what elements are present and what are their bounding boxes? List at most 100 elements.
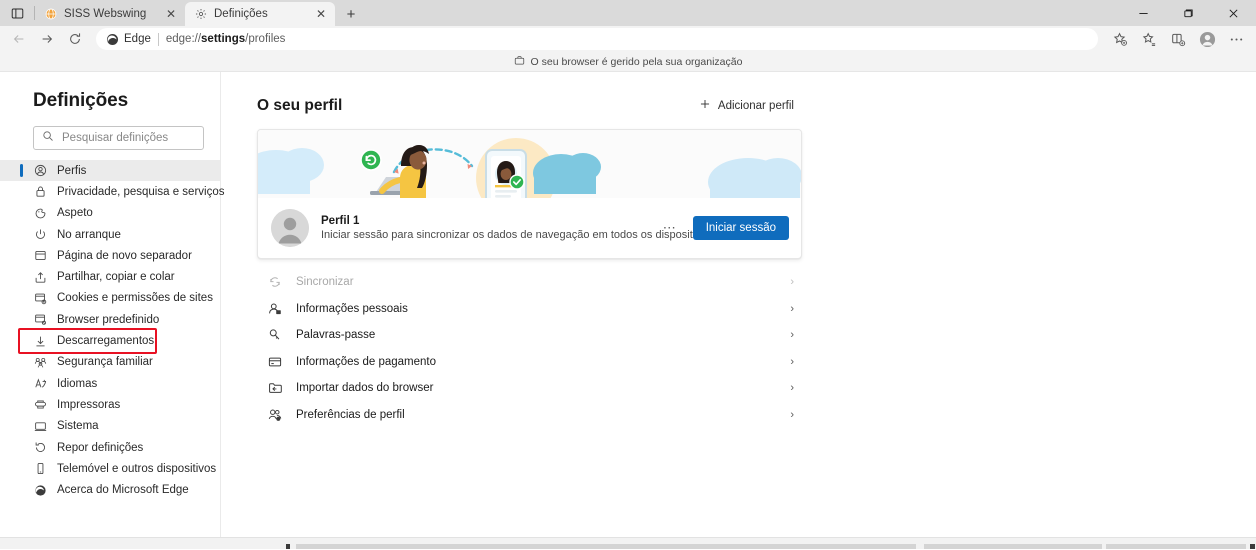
chevron-right-icon: › — [790, 355, 794, 368]
row-informacoes-de-pagamento[interactable]: Informações de pagamento › — [257, 349, 802, 376]
sidebar-item-label: Segurança familiar — [57, 356, 153, 369]
sidebar-item-cookies[interactable]: Cookies e permissões de sites — [0, 288, 220, 309]
close-button[interactable] — [1211, 0, 1256, 26]
minimize-button[interactable] — [1121, 0, 1166, 26]
sidebar-item-label: No arranque — [57, 228, 121, 241]
person-avatar-icon — [271, 209, 309, 247]
phone-icon — [33, 462, 47, 476]
sidebar-item-no-arranque[interactable]: No arranque — [0, 224, 220, 245]
sidebar-item-label: Aspeto — [57, 207, 93, 220]
key-icon — [267, 328, 282, 343]
more-options-icon[interactable] — [1222, 28, 1250, 50]
appearance-icon — [33, 206, 47, 220]
row-label: Informações pessoais — [296, 302, 408, 315]
collections-icon[interactable] — [1135, 28, 1163, 50]
taskbar-item[interactable] — [296, 544, 916, 549]
sidebar-item-label: Acerca do Microsoft Edge — [57, 484, 189, 497]
sidebar-item-label: Perfis — [57, 164, 87, 177]
new-tab-button[interactable]: + — [338, 2, 364, 26]
sidebar-item-label: Repor definições — [57, 441, 144, 454]
tab-actions-icon[interactable] — [0, 0, 34, 26]
sidebar-item-label: Telemóvel e outros dispositivos — [57, 462, 217, 475]
sidebar-item-impressoras[interactable]: Impressoras — [0, 394, 220, 415]
sign-in-button[interactable]: Iniciar sessão — [692, 216, 789, 240]
row-sincronizar[interactable]: Sincronizar › — [257, 269, 802, 296]
omnibox-divider — [157, 32, 159, 46]
refresh-icon[interactable] — [62, 28, 88, 50]
row-palavras-passe[interactable]: Palavras-passe › — [257, 322, 802, 349]
taskbar-sliver — [0, 537, 1256, 549]
toolbar-actions — [1106, 28, 1250, 50]
chevron-right-icon: › — [790, 382, 794, 395]
sidebar-item-seguranca-familiar[interactable]: Segurança familiar — [0, 352, 220, 373]
row-preferencias-de-perfil[interactable]: Preferências de perfil › — [257, 402, 802, 429]
sidebar-item-sistema[interactable]: Sistema — [0, 416, 220, 437]
add-profile-button[interactable]: Adicionar perfil — [693, 94, 800, 117]
sidebar-item-label: Idiomas — [57, 377, 98, 390]
sidebar-item-label: Partilhar, copiar e colar — [57, 271, 175, 284]
search-placeholder: Pesquisar definições — [62, 132, 169, 144]
reset-icon — [33, 441, 47, 455]
personal-info-icon — [267, 301, 282, 316]
family-icon — [33, 355, 47, 369]
credit-card-icon — [267, 354, 282, 369]
taskbar-item[interactable] — [924, 544, 1102, 549]
profile-settings-rows: Sincronizar › Informações pessoais › Pal… — [257, 269, 802, 428]
tab-strip: SISS Webswing ✕ Definições ✕ + — [0, 0, 1256, 26]
url-suffix: /profiles — [245, 33, 286, 45]
lock-icon — [33, 185, 47, 199]
edge-logo-icon — [106, 33, 119, 45]
browser-toolbar: Edge edge://settings/profiles — [0, 26, 1256, 52]
browser-tab-1[interactable]: Definições ✕ — [185, 2, 335, 26]
sidebar-item-partilhar[interactable]: Partilhar, copiar e colar — [0, 266, 220, 287]
sidebar-item-browser-predefinido[interactable]: Browser predefinido — [0, 309, 220, 330]
url-bold: settings — [201, 33, 246, 45]
taskbar-item[interactable] — [286, 544, 290, 549]
sidebar-item-aspeto[interactable]: Aspeto — [0, 203, 220, 224]
plus-icon — [699, 98, 711, 113]
main-header: O seu perfil Adicionar perfil — [257, 94, 802, 117]
page-title: Definições — [33, 90, 129, 111]
tab-close-icon[interactable]: ✕ — [313, 6, 329, 22]
download-icon — [33, 334, 47, 348]
new-tab-page-icon — [33, 249, 47, 263]
row-label: Sincronizar — [296, 276, 354, 289]
row-label: Informações de pagamento — [296, 355, 437, 368]
taskbar-item[interactable] — [1250, 544, 1255, 549]
row-informacoes-pessoais[interactable]: Informações pessoais › — [257, 296, 802, 323]
taskbar-item[interactable] — [1106, 544, 1246, 549]
sidebar-item-label: Browser predefinido — [57, 313, 160, 326]
back-icon[interactable] — [6, 28, 32, 50]
search-input[interactable]: Pesquisar definições — [33, 126, 204, 150]
sidebar-item-descarregamentos[interactable]: Descarregamentos — [0, 328, 220, 355]
url-text: edge://settings/profiles — [166, 33, 286, 45]
sidebar-item-repor-definicoes[interactable]: Repor definições — [0, 437, 220, 458]
sync-icon — [267, 275, 282, 290]
sidebar-item-acerca-edge[interactable]: Acerca do Microsoft Edge — [0, 479, 220, 500]
tab-title: SISS Webswing — [64, 8, 147, 20]
tab-title: Definições — [214, 8, 268, 20]
tab-close-icon[interactable]: ✕ — [163, 6, 179, 22]
browser-tab-0[interactable]: SISS Webswing ✕ — [35, 2, 185, 26]
row-importar-dados[interactable]: Importar dados do browser › — [257, 375, 802, 402]
favorite-star-icon[interactable] — [1106, 28, 1134, 50]
sidebar-item-telemovel[interactable]: Telemóvel e outros dispositivos — [0, 458, 220, 479]
system-icon — [33, 419, 47, 433]
sidebar-item-idiomas[interactable]: Idiomas — [0, 373, 220, 394]
cookies-icon — [33, 291, 47, 305]
maximize-button[interactable] — [1166, 0, 1211, 26]
edge-brand: Edge — [106, 33, 151, 46]
profile-avatar-icon[interactable] — [1193, 28, 1221, 50]
forward-icon[interactable] — [34, 28, 60, 50]
address-bar[interactable]: Edge edge://settings/profiles — [96, 28, 1098, 50]
gear-icon — [194, 8, 207, 21]
sync-devices-illustration — [258, 130, 801, 198]
sidebar-item-privacidade[interactable]: Privacidade, pesquisa e serviços — [0, 181, 224, 202]
sidebar-item-perfis[interactable]: Perfis — [0, 160, 220, 182]
profile-more-options-button[interactable]: ⋯ — [659, 217, 681, 239]
printer-icon — [33, 398, 47, 412]
split-screen-icon[interactable] — [1164, 28, 1192, 50]
profile-prefs-icon — [267, 407, 282, 422]
sidebar-item-nova-pagina[interactable]: Página de novo separador — [0, 245, 220, 266]
row-label: Preferências de perfil — [296, 408, 405, 421]
